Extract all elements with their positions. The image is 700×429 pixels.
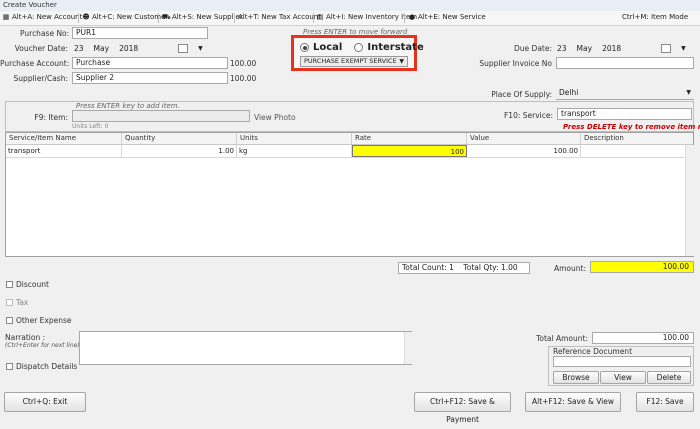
discount-label: Discount xyxy=(16,280,49,289)
cell-units[interactable]: kg xyxy=(237,145,352,157)
cell-description[interactable] xyxy=(581,145,685,157)
supplier-amount: 100.00 xyxy=(230,74,257,83)
view-button[interactable]: View xyxy=(600,371,646,384)
save-view-button[interactable]: Alt+F12: Save & View xyxy=(525,392,621,412)
reference-document-input[interactable] xyxy=(553,356,691,367)
chevron-down-icon: ▼ xyxy=(686,89,691,96)
new-customer-button[interactable]: ☻ Alt+C: New Customer xyxy=(82,13,168,21)
supplier-invoice-label: Supplier Invoice No xyxy=(479,59,552,68)
cell-quantity[interactable]: 1.00 xyxy=(122,145,237,157)
purchase-account-input[interactable]: Purchase xyxy=(72,57,228,69)
column-header: Units xyxy=(240,134,258,142)
total-amount-value: 100.00 xyxy=(592,332,694,344)
item-label: F9: Item: xyxy=(34,113,68,122)
column-header: Description xyxy=(584,134,624,142)
column-header: Service/Item Name xyxy=(9,134,77,142)
service-icon: ● xyxy=(408,13,416,21)
chevron-down-icon: ▼ xyxy=(399,58,404,65)
purchase-account-label: Purchase Account: xyxy=(0,59,70,68)
new-inventory-item-button[interactable]: ▤ Alt+I: New Inventory Item xyxy=(316,13,417,21)
column-header: Value xyxy=(470,134,490,142)
narration-textarea[interactable] xyxy=(79,331,412,365)
amount-value: 100.00 xyxy=(590,261,694,273)
supplier-input[interactable]: Supplier 2 xyxy=(72,72,228,84)
service-input[interactable]: transport xyxy=(557,108,692,120)
other-expense-checkbox[interactable] xyxy=(6,317,13,324)
totals-summary: Total Count: 1 Total Qty: 1.00 xyxy=(398,262,530,274)
grid-scrollbar[interactable] xyxy=(685,145,694,256)
calendar-icon[interactable] xyxy=(178,44,189,53)
service-label: F10: Service: xyxy=(503,111,553,120)
column-header: Quantity xyxy=(125,134,156,142)
tax-mode-panel: Local Interstate PURCHASE EXEMPT SERVICE… xyxy=(291,35,424,71)
chevron-down-icon: ▼ xyxy=(681,45,686,52)
grid-header: Service/Item Name Quantity Units Rate Va… xyxy=(6,133,693,145)
add-item-hint: Press ENTER key to add item. xyxy=(76,102,180,110)
exit-button[interactable]: Ctrl+Q: Exit xyxy=(4,392,86,412)
calculator-icon: ▦ xyxy=(2,13,10,21)
new-supplier-button[interactable]: ⛟ Alt+S: New Supplier xyxy=(162,13,243,21)
narration-scrollbar[interactable] xyxy=(404,332,412,364)
units-left: Units Left: 0 xyxy=(72,123,109,130)
window-title: Create Voucher xyxy=(3,1,57,9)
inventory-icon: ▤ xyxy=(316,13,324,21)
delete-button[interactable]: Delete xyxy=(647,371,691,384)
truck-icon: ⛟ xyxy=(162,13,171,21)
place-of-supply-label: Place Of Supply: xyxy=(491,90,552,99)
voucher-date-label: Voucher Date: xyxy=(14,44,68,53)
interstate-label: Interstate xyxy=(367,42,424,53)
purchase-no-input[interactable]: PUR1 xyxy=(72,27,208,39)
cell-rate[interactable]: 100 xyxy=(352,145,467,157)
delete-row-hint: Press DELETE key to remove item row. xyxy=(563,123,700,131)
cell-value[interactable]: 100.00 xyxy=(467,145,581,157)
table-row[interactable]: transport 1.00 kg 100 100.00 xyxy=(6,145,693,158)
other-expense-label: Other Expense xyxy=(16,316,72,325)
new-tax-account-button[interactable]: Alt+T: New Tax Account xyxy=(238,13,321,21)
view-photo-link[interactable]: View Photo xyxy=(254,113,296,122)
narration-hint: (Ctrl+Enter for next line) xyxy=(5,342,80,349)
calendar-icon[interactable] xyxy=(661,44,672,53)
local-label: Local xyxy=(313,42,343,53)
local-radio[interactable] xyxy=(300,43,309,52)
due-date-picker[interactable]: 23 May 2018 ▼ xyxy=(557,44,686,53)
dispatch-details-checkbox[interactable] xyxy=(6,363,13,370)
save-payment-button[interactable]: Ctrl+F12: Save & Payment xyxy=(414,392,511,424)
users-icon: ☻ xyxy=(82,13,90,21)
supplier-label: Supplier/Cash: xyxy=(13,74,68,83)
browse-button[interactable]: Browse xyxy=(553,371,599,384)
new-account-button[interactable]: ▦ Alt+A: New Account xyxy=(2,13,83,21)
due-date-label: Due Date: xyxy=(514,44,552,53)
item-input[interactable] xyxy=(72,110,250,122)
reference-document-label: Reference Document xyxy=(553,347,633,356)
interstate-radio[interactable] xyxy=(354,43,364,52)
purchase-account-amount: 100.00 xyxy=(230,59,257,68)
amount-label: Amount: xyxy=(554,264,586,273)
place-of-supply-select[interactable]: Delhi ▼ xyxy=(556,88,694,100)
purchase-no-label: Purchase No: xyxy=(20,29,70,38)
narration-label: Narration : xyxy=(5,333,46,342)
total-amount-label: Total Amount: xyxy=(536,334,588,343)
tax-label: Tax xyxy=(16,298,29,307)
supplier-invoice-input[interactable] xyxy=(556,57,694,69)
new-service-button[interactable]: ● Alt+E: New Service xyxy=(408,13,486,21)
dispatch-details-label: Dispatch Details xyxy=(16,362,78,371)
tax-checkbox[interactable] xyxy=(6,299,13,306)
purchase-type-select[interactable]: PURCHASE EXEMPT SERVICE ▼ xyxy=(300,56,408,67)
cell-name[interactable]: transport xyxy=(6,145,122,157)
item-mode-button[interactable]: Ctrl+M: Item Mode xyxy=(622,13,688,21)
save-button[interactable]: F12: Save xyxy=(636,392,694,412)
items-grid: Service/Item Name Quantity Units Rate Va… xyxy=(5,132,694,257)
toolbar: ▦ Alt+A: New Account ☻ Alt+C: New Custom… xyxy=(0,11,700,26)
column-header: Rate xyxy=(355,134,372,142)
discount-checkbox[interactable] xyxy=(6,281,13,288)
voucher-date-picker[interactable]: 23 May 2018 ▼ xyxy=(74,44,203,53)
chevron-down-icon: ▼ xyxy=(198,45,203,52)
